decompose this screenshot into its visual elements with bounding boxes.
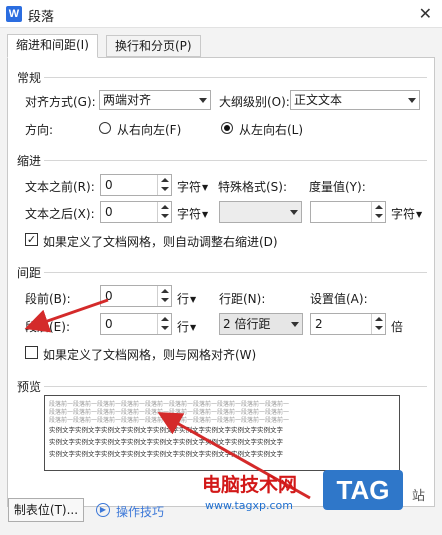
- preview-box: 段落前一段落前一段落前一段落前一段落前一段落前一段落前一段落前一段落前一段落前一…: [44, 395, 400, 471]
- wps-writer-icon: W: [6, 6, 22, 22]
- rtl-radio[interactable]: [99, 122, 111, 134]
- chevron-down-icon: [291, 322, 299, 327]
- tips-link[interactable]: 操作技巧: [116, 503, 164, 520]
- section-preview-title: 预览: [17, 380, 42, 394]
- chevron-down-icon: [199, 98, 207, 103]
- ltr-radio[interactable]: [221, 122, 233, 134]
- tab-panel: 常规 对齐方式(G): 两端对齐 大纲级别(O): 正文文本 方向: 从右向左(…: [7, 57, 435, 507]
- tab-line-page-breaks[interactable]: 换行和分页(P): [106, 35, 201, 57]
- spinner-buttons[interactable]: [157, 286, 171, 306]
- play-icon[interactable]: ▶: [96, 503, 110, 517]
- increment-icon[interactable]: [161, 205, 169, 209]
- grid-align-label[interactable]: 如果定义了文档网格，则与网格对齐(W): [43, 346, 256, 363]
- caret-down-icon: ▼: [190, 323, 197, 332]
- preview-sample-line: 实例文字实例文字实例文字实例文字实例文字实例文字实例文字实例文字实例文字: [49, 450, 283, 458]
- direction-label: 方向:: [25, 123, 54, 137]
- caret-down-icon: ▼: [416, 210, 423, 219]
- caret-down-icon: ▼: [202, 183, 209, 192]
- alignment-label: 对齐方式(G):: [25, 95, 96, 109]
- space-before-value: 0: [105, 289, 113, 303]
- auto-adjust-checkbox[interactable]: ✓: [25, 233, 38, 246]
- section-spacing-title: 间距: [17, 266, 42, 280]
- chevron-down-icon: [408, 98, 416, 103]
- preview-sample-line: 实例文字实例文字实例文字实例文字实例文字实例文字实例文字实例文字实例文字: [49, 426, 283, 434]
- increment-icon[interactable]: [375, 205, 383, 209]
- tab-stops-button[interactable]: 制表位(T)...: [8, 498, 84, 522]
- special-format-select[interactable]: [219, 201, 302, 223]
- auto-adjust-label[interactable]: 如果定义了文档网格，则自动调整右缩进(D): [43, 233, 278, 250]
- chevron-down-icon: [290, 210, 298, 215]
- space-after-spinner[interactable]: 0: [100, 313, 172, 335]
- alignment-value: 两端对齐: [103, 93, 152, 107]
- setting-unit: 倍: [391, 320, 404, 334]
- increment-icon[interactable]: [161, 178, 169, 182]
- line-spacing-select[interactable]: 2 倍行距: [219, 313, 303, 335]
- indent-before-label: 文本之前(R):: [25, 180, 95, 194]
- decrement-icon[interactable]: [161, 326, 169, 330]
- spinner-buttons[interactable]: [157, 314, 171, 334]
- space-before-unit[interactable]: 行▼: [177, 290, 196, 307]
- increment-icon[interactable]: [375, 317, 383, 321]
- indent-after-spinner[interactable]: 0: [100, 201, 172, 223]
- space-after-label: 段后(E):: [25, 320, 70, 334]
- decrement-icon[interactable]: [161, 187, 169, 191]
- outline-level-value: 正文文本: [294, 93, 343, 107]
- special-format-label: 特殊格式(S):: [218, 180, 288, 194]
- title-bar: W 段落 ✕: [0, 0, 442, 28]
- divider: [44, 160, 427, 161]
- indent-before-value: 0: [105, 178, 113, 192]
- indent-after-unit[interactable]: 字符▼: [177, 205, 208, 222]
- measure-label: 度量值(Y):: [309, 180, 366, 194]
- close-icon[interactable]: ✕: [419, 4, 432, 23]
- watermark-tag-logo: TAG: [323, 470, 403, 510]
- tab-indent-spacing[interactable]: 缩进和间距(I): [7, 34, 98, 58]
- space-before-label: 段前(B):: [25, 292, 71, 306]
- space-before-spinner[interactable]: 0: [100, 285, 172, 307]
- ltr-label[interactable]: 从左向右(L): [239, 121, 303, 138]
- line-spacing-value: 2 倍行距: [223, 317, 271, 331]
- setting-value-spinner[interactable]: 2: [310, 313, 386, 335]
- decrement-icon[interactable]: [375, 326, 383, 330]
- indent-before-spinner[interactable]: 0: [100, 174, 172, 196]
- decrement-icon[interactable]: [161, 214, 169, 218]
- increment-icon[interactable]: [161, 317, 169, 321]
- section-general-title: 常规: [17, 71, 42, 85]
- rtl-label[interactable]: 从右向左(F): [117, 121, 181, 138]
- spinner-buttons[interactable]: [371, 314, 385, 334]
- divider: [44, 386, 427, 387]
- spinner-buttons[interactable]: [157, 202, 171, 222]
- preview-sample-line: 实例文字实例文字实例文字实例文字实例文字实例文字实例文字实例文字实例文字: [49, 438, 283, 446]
- setting-value: 2: [315, 317, 323, 331]
- setting-value-label: 设置值(A):: [310, 292, 368, 306]
- outline-level-select[interactable]: 正文文本: [290, 90, 420, 110]
- measure-spinner[interactable]: [310, 201, 386, 223]
- spinner-buttons[interactable]: [157, 175, 171, 195]
- alignment-select[interactable]: 两端对齐: [99, 90, 211, 110]
- indent-before-unit[interactable]: 字符▼: [177, 178, 208, 195]
- outline-level-label: 大纲级别(O):: [219, 95, 290, 109]
- space-after-value: 0: [105, 317, 113, 331]
- line-spacing-label: 行距(N):: [219, 292, 266, 306]
- divider: [44, 77, 427, 78]
- indent-after-label: 文本之后(X):: [25, 207, 95, 221]
- caret-down-icon: ▼: [202, 210, 209, 219]
- measure-unit[interactable]: 字符▼: [391, 205, 422, 222]
- dialog-title: 段落: [28, 10, 55, 25]
- increment-icon[interactable]: [161, 289, 169, 293]
- spinner-buttons[interactable]: [371, 202, 385, 222]
- indent-after-value: 0: [105, 205, 113, 219]
- grid-align-checkbox[interactable]: [25, 346, 38, 359]
- preview-prev-line: 段落前一段落前一段落前一段落前一段落前一段落前一段落前一段落前一段落前一段落前一: [49, 417, 290, 424]
- watermark-suffix: 站: [412, 489, 426, 504]
- decrement-icon[interactable]: [161, 298, 169, 302]
- space-after-unit[interactable]: 行▼: [177, 318, 196, 335]
- decrement-icon[interactable]: [375, 214, 383, 218]
- divider: [44, 272, 427, 273]
- watermark-url: www.tagxp.com: [205, 499, 293, 512]
- caret-down-icon: ▼: [190, 295, 197, 304]
- dialog-body: 缩进和间距(I) 换行和分页(P) 常规 对齐方式(G): 两端对齐 大纲级别(…: [0, 28, 442, 535]
- section-indent-title: 缩进: [17, 154, 42, 168]
- watermark-site-name: 电脑技术网: [202, 474, 298, 496]
